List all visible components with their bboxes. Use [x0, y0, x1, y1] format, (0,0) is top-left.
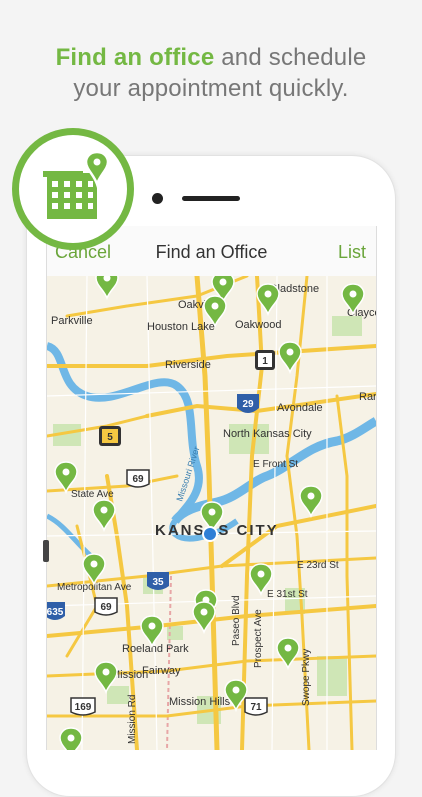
highway-shield-5: 5 [99, 426, 121, 446]
highway-shield-35: 35 [147, 572, 169, 590]
map-label-oakwood: Oakwood [235, 319, 281, 331]
headline-line2: your appointment quickly. [73, 75, 349, 102]
map-label-swope-pkwy: Swope Pkwy [301, 649, 312, 706]
highway-shield-29: 29 [237, 394, 259, 413]
app-screen: Cancel Find an Office List Gladstone Oak… [46, 226, 377, 750]
svg-text:69: 69 [132, 474, 144, 485]
svg-text:5: 5 [107, 432, 113, 443]
map-label-mission-hills: Mission Hills [169, 696, 231, 708]
speaker-grille [182, 196, 240, 201]
highway-shield-69-south: 69 [94, 597, 118, 616]
map-label-e-31st-st: E 31st St [267, 589, 308, 600]
office-map[interactable]: Gladstone Oakview Claycomo Parkville Hou… [47, 276, 376, 750]
map-label-riverside: Riverside [165, 359, 211, 371]
svg-text:35: 35 [152, 577, 164, 588]
map-label-mission-rd: Mission Rd [127, 695, 138, 744]
map-label-avondale: Avondale [277, 402, 323, 414]
svg-text:1: 1 [262, 356, 268, 367]
phone-side-button [43, 540, 49, 562]
svg-text:635: 635 [47, 607, 64, 618]
svg-text:69: 69 [100, 602, 112, 613]
current-location-dot [202, 526, 218, 542]
headline-highlight: Find an office [55, 44, 215, 71]
map-label-randolph: Randolph [359, 391, 376, 403]
camera-icon [152, 193, 163, 204]
highway-shield-71: 71 [244, 697, 268, 716]
map-label-parkville: Parkville [51, 315, 93, 327]
map-label-state-ave: State Ave [71, 489, 114, 500]
map-label-e-front-st: E Front St [253, 459, 298, 470]
map-label-e-23rd-st: E 23rd St [297, 560, 339, 571]
map-label-prospect-ave: Prospect Ave [253, 609, 264, 668]
map-label-paseo-blvd: Paseo Blvd [231, 595, 242, 646]
headline-rest: and schedule [214, 44, 367, 71]
map-label-north-kansas-city: North Kansas City [223, 428, 312, 440]
highway-shield-169: 169 [70, 697, 96, 716]
svg-text:169: 169 [75, 702, 92, 713]
map-label-roeland-park: Roeland Park [122, 643, 189, 655]
map-label-houston-lake: Houston Lake [147, 321, 215, 333]
highway-shield-69-north: 69 [126, 469, 150, 488]
svg-text:29: 29 [242, 399, 254, 410]
headline: Find an office and schedule your appoint… [0, 42, 422, 104]
highway-shield-1: 1 [255, 350, 275, 370]
svg-text:71: 71 [250, 702, 262, 713]
office-building-pin-icon [43, 150, 110, 219]
office-pin[interactable] [59, 727, 83, 750]
highway-shield-635: 635 [47, 602, 65, 620]
office-badge [12, 128, 134, 250]
list-button[interactable]: List [338, 242, 366, 263]
